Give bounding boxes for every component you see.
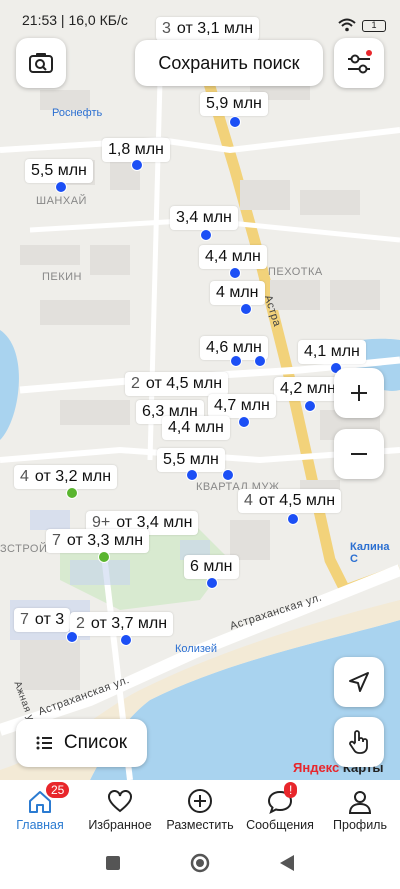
map-marker-dot[interactable] [230,355,242,367]
status-bar: 21:53 | 16,0 КБ/с 1 [0,0,400,40]
price-marker[interactable]: 4 млн [210,281,265,305]
tab-favorites[interactable]: Избранное [80,780,160,842]
price-marker[interactable]: 7 от 3 [14,608,71,632]
map-marker-dot[interactable] [55,181,67,193]
tab-home[interactable]: 25 Главная [0,780,80,842]
filters-button[interactable] [334,38,384,88]
map-marker-dot-green[interactable] [66,487,78,499]
place-rosneft: Роснефть [52,107,103,119]
tab-profile[interactable]: Профиль [320,780,400,842]
map-marker-dot[interactable] [287,513,299,525]
price-marker[interactable]: 4,2 млн [274,377,342,401]
bottom-tab-bar: 25 Главная Избранное Разместить ! Сообще… [0,780,400,842]
plus-icon [351,385,367,401]
zoom-in-button[interactable] [334,368,384,418]
map-marker-dot[interactable] [240,303,252,315]
draw-area-button[interactable] [334,717,384,767]
map-marker-dot[interactable] [304,400,316,412]
tab-messages[interactable]: ! Сообщения [240,780,320,842]
battery-icon: 1 [362,20,386,32]
price-marker[interactable]: 7 от 3,3 млн [46,529,150,553]
price-marker[interactable]: 4,7 млн [208,394,276,418]
messages-badge: ! [284,782,298,798]
system-nav-bar [0,842,400,889]
tab-profile-label: Профиль [333,818,387,832]
district-shanhai: ШАНХАЙ [36,195,87,207]
home-circle-icon[interactable] [190,853,210,878]
price-marker[interactable]: 2 от 3,7 млн [70,612,174,636]
map-marker-dot[interactable] [222,469,234,481]
district-pekin: ПЕКИН [42,271,83,283]
plus-circle-icon [188,789,212,813]
camera-search-icon [29,53,53,73]
navigation-arrow-icon [349,672,369,692]
price-marker[interactable]: 4,4 млн [199,245,267,269]
district-ostroy: ЗСТРОЙ [0,543,48,555]
map-marker-dot[interactable] [254,355,266,367]
profile-icon [348,791,372,814]
filters-icon [348,50,372,74]
price-marker[interactable]: 2 от 4,5 млн [125,372,229,396]
home-badge: 25 [46,782,70,798]
back-icon[interactable] [279,854,295,877]
status-speed: 16,0 КБ/с [68,12,128,28]
camera-search-button[interactable] [16,38,66,88]
list-view-label: Список [63,732,128,753]
map-marker-dot[interactable] [120,634,132,646]
map-marker-dot-green[interactable] [98,551,110,563]
map-marker-dot[interactable] [200,229,212,241]
save-search-button[interactable]: Сохранить поиск [135,40,323,86]
price-marker[interactable]: 4 от 4,5 млн [238,489,342,513]
price-marker[interactable]: 4,1 млн [298,340,366,364]
status-time: 21:53 [22,12,58,28]
price-marker[interactable]: 5,9 млн [200,92,268,116]
map-marker-dot[interactable] [229,267,241,279]
tab-messages-label: Сообщения [246,818,314,832]
list-view-button[interactable]: Список [16,719,147,767]
tab-home-label: Главная [16,818,64,832]
list-icon [36,736,52,750]
map-marker-dot[interactable] [131,159,143,171]
heart-icon [108,790,132,813]
wifi-icon [338,18,356,35]
map-marker-dot[interactable] [186,469,198,481]
place-koliseum: Колизей [175,643,218,655]
price-marker[interactable]: 4,4 млн [162,416,230,440]
price-marker[interactable]: 3,4 млн [170,206,238,230]
recents-icon[interactable] [105,855,121,876]
price-marker[interactable]: 5,5 млн [25,159,93,183]
map-marker-dot[interactable] [206,577,218,589]
price-marker[interactable]: 4 от 3,2 млн [14,465,118,489]
tab-post[interactable]: Разместить [160,780,240,842]
zoom-out-button[interactable] [334,429,384,479]
map-marker-dot[interactable] [238,416,250,428]
my-location-button[interactable] [334,657,384,707]
map-marker-dot[interactable] [229,116,241,128]
place-kalina: Калина С [350,541,390,565]
map-marker-dot[interactable] [66,631,78,643]
district-pekhotka: ПЕХОТКА [268,266,323,278]
tab-post-label: Разместить [166,818,234,832]
minus-icon [351,453,367,455]
hand-pointer-icon [349,730,368,754]
tab-favorites-label: Избранное [88,818,152,832]
price-marker[interactable]: 6 млн [184,555,239,579]
